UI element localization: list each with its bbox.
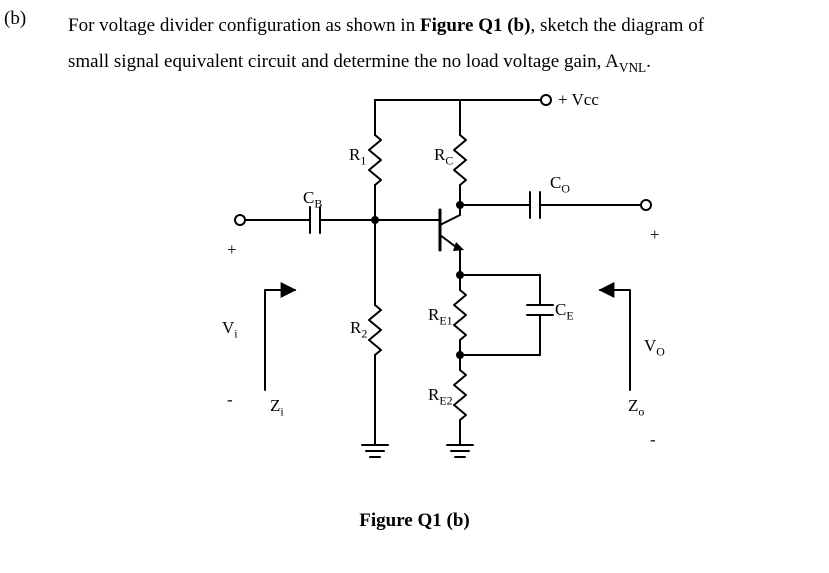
label-ce: CE [555, 300, 574, 323]
label-vi: Vi [222, 318, 238, 341]
label-zi: Zi [270, 396, 284, 419]
part-label: (b) [4, 8, 26, 30]
label-cb: CB [303, 188, 322, 211]
label-vcc: + Vcc [558, 90, 599, 110]
label-r1: R1 [349, 145, 366, 168]
label-rc: RC [434, 145, 453, 168]
label-zo: Zo [628, 396, 644, 419]
label-r2: R2 [350, 318, 367, 341]
q-figure-ref: Figure Q1 (b) [420, 15, 530, 36]
label-re1: RE1 [428, 305, 453, 328]
q-line2-pre: small signal equivalent circuit and dete… [68, 51, 619, 72]
question-text: For voltage divider configuration as sho… [68, 8, 803, 80]
label-vo-plus: + [650, 225, 660, 245]
label-vi-minus: - [227, 390, 233, 410]
page: (b) For voltage divider configuration as… [0, 0, 829, 573]
label-vi-plus: + [227, 240, 237, 260]
circuit-diagram: + Vcc R1 RC CO CB RE1 CE Vi R2 VO RE2 [210, 90, 670, 480]
q-line1-post: , sketch the diagram of [530, 15, 704, 36]
label-vo: VO [644, 336, 665, 359]
label-re2: RE2 [428, 385, 453, 408]
q-line1-pre: For voltage divider configuration as sho… [68, 15, 420, 36]
q-gain-sub: VNL [619, 60, 646, 75]
figure-caption: Figure Q1 (b) [0, 510, 829, 532]
label-co: CO [550, 173, 570, 196]
q-line2-post: . [646, 51, 651, 72]
label-vo-minus: - [650, 430, 656, 450]
